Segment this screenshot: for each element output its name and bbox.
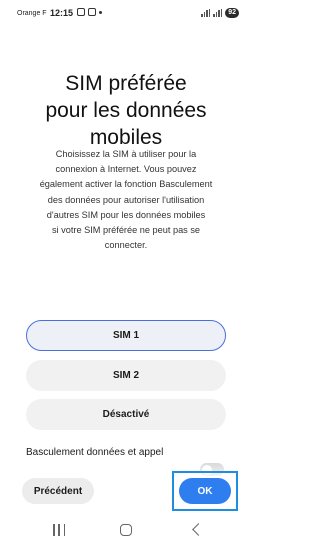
- option-label: Désactivé: [102, 409, 150, 420]
- back-icon[interactable]: [192, 523, 205, 536]
- screenshot-icon: [77, 8, 85, 16]
- battery-indicator: 92: [225, 8, 239, 18]
- sim1-option[interactable]: SIM 1: [26, 320, 226, 351]
- previous-button[interactable]: Précédent: [22, 478, 94, 504]
- system-icons: 92: [201, 8, 239, 18]
- title-line: pour les données: [45, 99, 207, 122]
- ok-button-label: OK: [197, 485, 213, 497]
- recents-icon[interactable]: [53, 524, 65, 536]
- carrier-name: Orange F: [17, 10, 47, 17]
- description-line: connexion à Internet. Vous pouvez: [55, 164, 197, 175]
- page-title: SIM préférée pour les données mobiles: [0, 70, 252, 151]
- setup-screen: Orange F 12:15 92 SIM préférée pour les …: [0, 0, 252, 546]
- option-label: SIM 2: [112, 370, 140, 381]
- signal-icon: [201, 9, 211, 17]
- disabled-option[interactable]: Désactivé: [26, 399, 226, 430]
- more-notifications-icon: [99, 10, 102, 14]
- description-line: Choisissez la SIM à utiliser pour la: [55, 149, 197, 159]
- description-line: des données pour autoriser l'utilisation: [47, 194, 205, 205]
- description-line: également activer la fonction Basculemen…: [39, 179, 213, 190]
- scan-icon: [88, 8, 96, 16]
- notification-icons: [77, 8, 102, 16]
- title-line: SIM préférée: [65, 72, 187, 95]
- navigation-bar: [0, 517, 252, 546]
- description-text: Choisissez la SIM à utiliser pour la con…: [24, 147, 228, 253]
- clock: 12:15: [50, 8, 74, 18]
- data-switch-label: Basculement données et appel: [26, 447, 164, 458]
- status-bar: Orange F 12:15 92: [0, 0, 252, 24]
- previous-button-label: Précédent: [33, 485, 83, 497]
- option-label: SIM 1: [112, 330, 140, 341]
- home-icon[interactable]: [120, 524, 132, 536]
- ok-button[interactable]: OK: [179, 478, 231, 504]
- description-line: d'autres SIM pour les données mobiles: [46, 209, 206, 220]
- description-line: si votre SIM préférée ne peut pas se: [51, 225, 201, 236]
- signal-icon-2: [213, 9, 223, 17]
- sim2-option[interactable]: SIM 2: [26, 360, 226, 391]
- description-line: connecter.: [104, 240, 148, 251]
